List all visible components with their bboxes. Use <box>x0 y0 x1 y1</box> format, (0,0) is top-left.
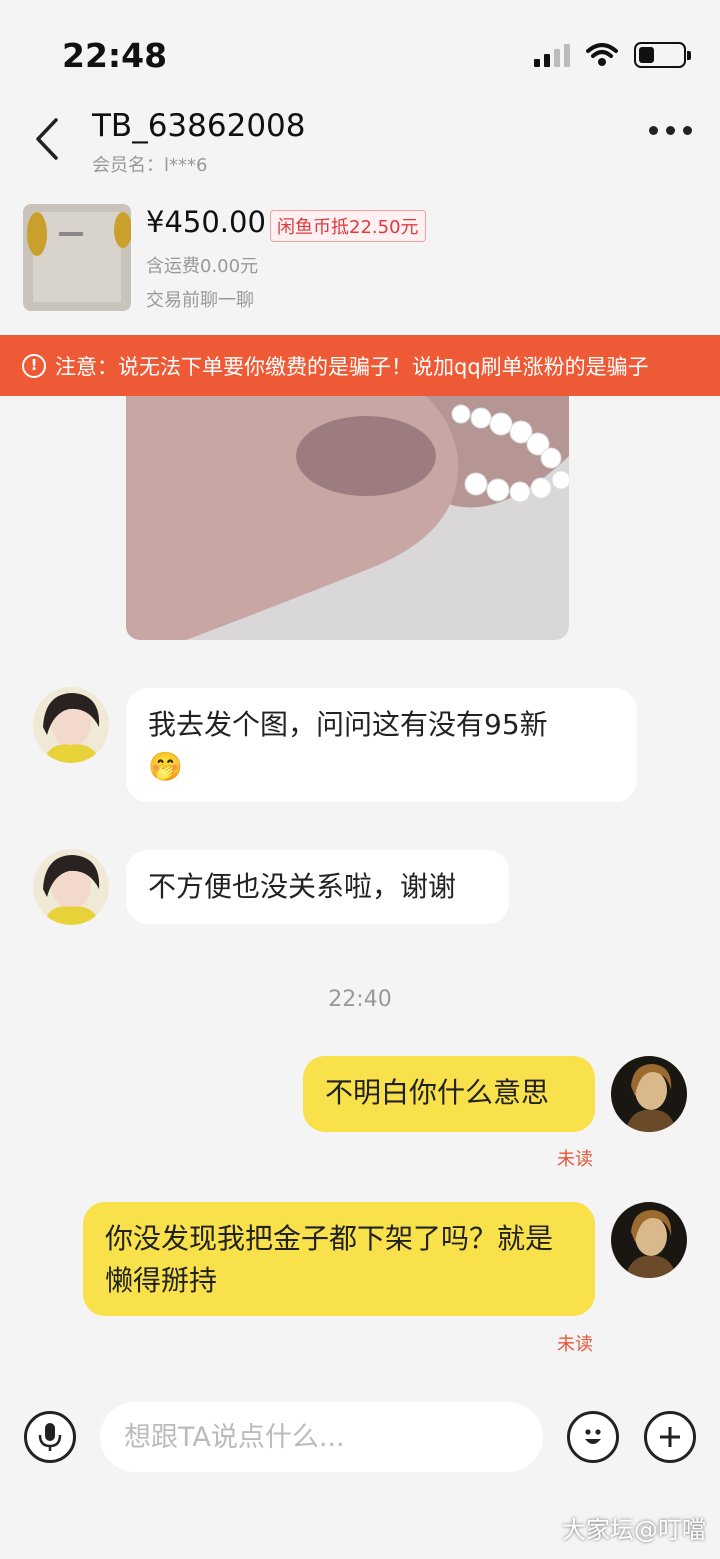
alert-icon: ! <box>22 353 46 378</box>
shipping-info: 含运费0.00元 <box>146 256 259 277</box>
message-timestamp: 22:40 <box>328 987 392 1012</box>
unread-status: 未读 <box>557 1149 593 1170</box>
status-bar: 22:48 <box>0 0 720 110</box>
message-bubble-mine[interactable]: 你没发现我把金子都下架了吗？就是懒得掰持 <box>83 1202 595 1316</box>
product-price: ¥450.00 <box>146 205 266 239</box>
wifi-icon <box>586 43 618 66</box>
avatar-me[interactable] <box>611 1056 687 1132</box>
avatar-me[interactable] <box>611 1202 687 1278</box>
chat-hint: 交易前聊一聊 <box>146 290 254 311</box>
battery-icon <box>634 42 691 68</box>
message-input[interactable] <box>100 1402 543 1472</box>
message-text: 我去发个图，问问这有没有95新 <box>148 708 548 741</box>
status-time: 22:48 <box>62 36 168 75</box>
message-text: 不明白你什么意思 <box>325 1076 550 1109</box>
message-text: 不方便也没关系啦，谢谢 <box>148 870 457 903</box>
message-bubble[interactable]: 我去发个图，问问这有没有95新 🤭 <box>126 688 637 802</box>
status-icons <box>534 42 691 68</box>
warning-text: 注意：说无法下单要你缴费的是骗子！说加qq刷单涨粉的是骗子 <box>55 354 649 379</box>
avatar-seller[interactable] <box>33 687 109 763</box>
chat-image[interactable] <box>126 396 569 640</box>
signal-icon <box>534 43 570 67</box>
more-icon[interactable] <box>649 126 692 135</box>
emoji-icon[interactable] <box>567 1411 619 1463</box>
input-bar <box>0 1390 720 1485</box>
microphone-icon[interactable] <box>24 1411 76 1463</box>
chat-title: TB_63862008 <box>92 108 306 144</box>
message-text: 你没发现我把金子都下架了吗？就是懒得掰持 <box>105 1222 554 1297</box>
covering-mouth-emoji-icon: 🤭 <box>148 750 183 783</box>
message-bubble-mine[interactable]: 不明白你什么意思 <box>303 1056 595 1132</box>
avatar-seller[interactable] <box>33 849 109 925</box>
scam-warning-banner: ! 注意：说无法下单要你缴费的是骗子！说加qq刷单涨粉的是骗子 <box>0 335 720 396</box>
back-icon[interactable] <box>28 114 68 164</box>
watermark: 大家坛@叮噹 <box>562 1516 706 1544</box>
product-card[interactable]: ¥450.00 闲鱼币抵22.50元 含运费0.00元 交易前聊一聊 <box>0 195 720 330</box>
unread-status: 未读 <box>557 1334 593 1355</box>
product-thumbnail[interactable] <box>23 204 131 311</box>
message-bubble[interactable]: 不方便也没关系啦，谢谢 <box>126 850 509 924</box>
coin-discount-badge: 闲鱼币抵22.50元 <box>270 210 426 242</box>
member-name: 会员名：l***6 <box>92 155 208 176</box>
chat-header: TB_63862008 会员名：l***6 <box>0 100 720 190</box>
plus-icon[interactable] <box>644 1411 696 1463</box>
